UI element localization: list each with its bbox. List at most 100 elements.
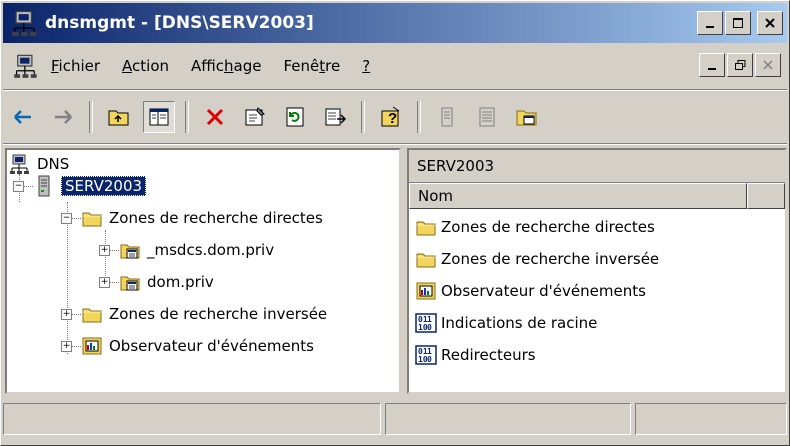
forwarders-icon [415, 344, 437, 366]
close-icon [763, 60, 773, 70]
refresh-icon [286, 107, 304, 127]
minimize-button[interactable] [697, 11, 723, 35]
status-bar [3, 403, 787, 439]
folder-icon [81, 207, 103, 229]
new-window-button[interactable] [511, 101, 543, 133]
folder-icon [415, 216, 437, 238]
event-viewer-icon [415, 280, 437, 302]
export-list-icon [325, 108, 347, 126]
mdi-restore-button[interactable] [727, 53, 753, 77]
tree-item-zone[interactable]: _msdcs.dom.priv [119, 238, 274, 262]
properties-button[interactable] [239, 101, 271, 133]
list-icon-1 [441, 107, 453, 127]
export-list-button[interactable] [319, 101, 351, 133]
list-item[interactable]: Observateur d'événements [409, 275, 785, 307]
delete-button[interactable] [199, 101, 231, 133]
column-header-nom[interactable]: Nom [409, 183, 747, 209]
up-folder-icon [108, 110, 129, 126]
tree-label: SERV2003 [61, 176, 147, 196]
title-bar[interactable]: dnsmgmt - [DNS\SERV2003] [3, 3, 787, 43]
maximize-icon [733, 18, 743, 28]
help-button[interactable]: ? [375, 101, 407, 133]
tree-line [105, 230, 106, 282]
forward-button[interactable] [47, 101, 79, 133]
tree-item-zone[interactable]: dom.priv [119, 270, 214, 294]
dns-icon [11, 9, 39, 37]
server-icon [33, 175, 55, 197]
close-button[interactable] [757, 11, 783, 35]
details-pane[interactable]: SERV2003 Nom Zones de recherche directes… [407, 148, 787, 394]
tree-item-dns[interactable]: DNS [9, 152, 69, 176]
tree-label: Zones de recherche inversée [109, 305, 328, 323]
back-button[interactable] [7, 101, 39, 133]
list-icon-2 [479, 107, 495, 127]
event-viewer-icon [81, 335, 103, 357]
mmc-window: dnsmgmt - [DNS\SERV2003] Fichier Action … [0, 0, 790, 446]
close-icon [765, 18, 775, 28]
list-item-label: Indications de racine [441, 314, 598, 332]
expand-toggle[interactable]: + [99, 245, 110, 256]
tree-label: _msdcs.dom.priv [147, 241, 275, 259]
status-panel [3, 403, 381, 435]
tree-label: dom.priv [147, 273, 214, 291]
new-window-icon [516, 110, 537, 126]
folder-icon [81, 303, 103, 325]
toolbar-separator [361, 101, 365, 133]
show-hide-tree-button[interactable] [143, 101, 175, 133]
mdi-caption-buttons [699, 53, 781, 77]
console-tree[interactable]: DNS − SERV2003 − Zones de recherche dire… [5, 148, 401, 394]
separator [3, 143, 787, 145]
list-item[interactable]: Zones de recherche directes [409, 211, 785, 243]
forward-arrow-icon [55, 110, 72, 124]
tree-label: DNS [37, 155, 70, 173]
toolbar-separator [417, 101, 421, 133]
menu-fenetre[interactable]: Fenêtre [284, 57, 341, 75]
list-item[interactable]: Redirecteurs [409, 339, 785, 371]
collapse-toggle[interactable]: − [13, 181, 24, 192]
list-button-1[interactable] [431, 101, 463, 133]
menu-fichier[interactable]: Fichier [51, 57, 100, 75]
back-arrow-icon [14, 110, 31, 124]
tree-item-reverse-zones[interactable]: Zones de recherche inversée [81, 302, 327, 326]
list-item[interactable]: Zones de recherche inversée [409, 243, 785, 275]
folder-icon [415, 248, 437, 270]
menu-help[interactable]: ? [362, 57, 370, 75]
expand-toggle[interactable]: + [99, 277, 110, 288]
menu-action[interactable]: Action [122, 57, 169, 75]
status-panel [385, 403, 631, 435]
list-item[interactable]: Indications de racine [409, 307, 785, 339]
tree-item-server[interactable]: SERV2003 [33, 174, 147, 198]
tree-item-event-viewer[interactable]: Observateur d'événements [81, 334, 314, 358]
delete-icon [206, 108, 224, 126]
toolbar-separator [89, 101, 93, 133]
list-button-2[interactable] [471, 101, 503, 133]
mdi-close-button[interactable] [755, 53, 781, 77]
menu-bar: Fichier Action Affichage Fenêtre ? [3, 45, 787, 87]
expand-toggle[interactable]: + [61, 309, 72, 320]
expand-toggle[interactable]: + [61, 341, 72, 352]
zone-icon [119, 271, 141, 293]
list-item-label: Zones de recherche directes [441, 218, 655, 236]
dns-icon[interactable] [13, 53, 39, 79]
maximize-button[interactable] [725, 11, 751, 35]
properties-icon [245, 107, 265, 126]
column-header-empty[interactable] [747, 183, 785, 209]
collapse-toggle[interactable]: − [61, 213, 72, 224]
window-title: dnsmgmt - [DNS\SERV2003] [45, 13, 314, 33]
minimize-icon [708, 68, 716, 70]
menu-affichage[interactable]: Affichage [191, 57, 261, 75]
restore-icon [735, 60, 746, 70]
refresh-button[interactable] [279, 101, 311, 133]
up-one-level-button[interactable] [103, 101, 135, 133]
root-hints-icon [415, 312, 437, 334]
svg-text:?: ? [388, 110, 397, 127]
list-item-label: Redirecteurs [441, 346, 536, 364]
list-item-label: Zones de recherche inversée [441, 250, 660, 268]
help-icon: ? [381, 106, 400, 127]
toolbar: ? [3, 93, 787, 141]
status-panel [635, 403, 787, 435]
tree-item-forward-zones[interactable]: Zones de recherche directes [81, 206, 323, 230]
mdi-minimize-button[interactable] [699, 53, 725, 77]
dns-icon [9, 153, 31, 175]
caption-buttons [697, 11, 783, 35]
